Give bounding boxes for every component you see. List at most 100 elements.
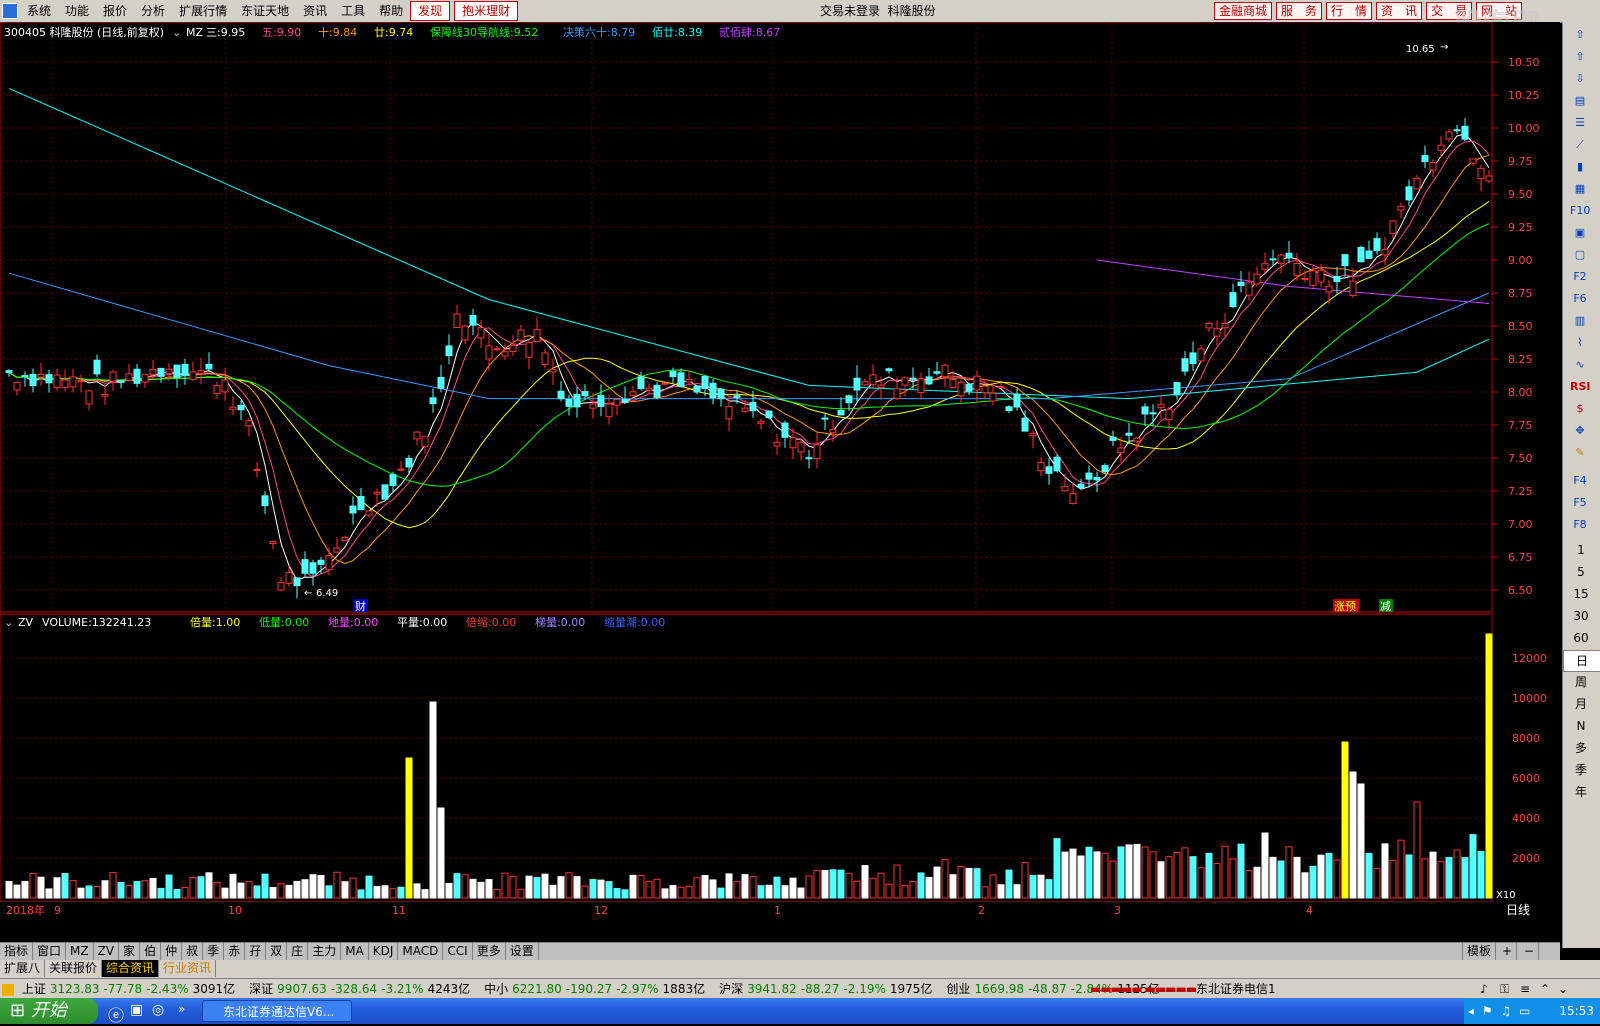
candle[interactable] xyxy=(1173,382,1181,396)
volume-bar[interactable] xyxy=(829,869,837,899)
volume-bar[interactable] xyxy=(1301,872,1309,899)
volume-bar[interactable] xyxy=(493,888,501,899)
volume-bar[interactable] xyxy=(1141,846,1149,899)
volume-bar[interactable] xyxy=(1373,868,1381,899)
minus-icon[interactable]: − xyxy=(1520,943,1540,960)
candle[interactable] xyxy=(685,379,693,383)
candle[interactable] xyxy=(813,444,821,460)
tab-zi[interactable]: 孖 xyxy=(245,943,267,960)
volume-bar[interactable] xyxy=(549,884,557,899)
candle[interactable] xyxy=(1477,167,1485,180)
candle[interactable] xyxy=(13,381,21,391)
candle[interactable] xyxy=(125,373,133,381)
candle[interactable] xyxy=(45,374,53,384)
candle[interactable] xyxy=(741,407,749,412)
menu-extended-market[interactable]: 扩展行情 xyxy=(172,0,234,22)
volume-bar[interactable] xyxy=(525,875,533,899)
volume-bar[interactable] xyxy=(677,886,685,899)
menu-dongzheng[interactable]: 东证天地 xyxy=(234,0,296,22)
volume-bar[interactable] xyxy=(333,871,341,899)
money-icon[interactable]: $ xyxy=(1570,400,1590,418)
candle[interactable] xyxy=(29,374,37,387)
volume-bar[interactable] xyxy=(629,874,637,899)
candle[interactable] xyxy=(661,382,669,385)
candle[interactable] xyxy=(1133,437,1141,442)
period-5min[interactable]: 5 xyxy=(1563,562,1599,582)
candle[interactable] xyxy=(21,375,29,378)
candle[interactable] xyxy=(637,376,645,390)
candle[interactable] xyxy=(1237,281,1245,287)
volume-bar[interactable] xyxy=(485,879,493,899)
volume-bar[interactable] xyxy=(421,889,429,899)
menu-news[interactable]: 资讯 xyxy=(296,0,334,22)
candle[interactable] xyxy=(1325,285,1333,293)
volume-bar[interactable] xyxy=(869,877,877,899)
volume-bar[interactable] xyxy=(1125,844,1133,899)
candle[interactable] xyxy=(317,559,325,565)
candle[interactable] xyxy=(477,327,485,339)
period-60min[interactable]: 60 xyxy=(1563,628,1599,648)
candle[interactable] xyxy=(1261,263,1269,270)
indicator-icon[interactable]: ⌇ xyxy=(1570,334,1590,352)
candle[interactable] xyxy=(957,381,965,397)
candle[interactable] xyxy=(1213,328,1221,337)
candle[interactable] xyxy=(757,421,765,424)
volume-bar[interactable] xyxy=(1149,851,1157,899)
volume-bar[interactable] xyxy=(541,873,549,899)
desktop-icon[interactable]: ▣ xyxy=(130,1002,143,1018)
volume-bar[interactable] xyxy=(133,880,141,899)
volume-bar[interactable] xyxy=(61,873,69,899)
candle[interactable] xyxy=(845,395,853,404)
volume-bar[interactable] xyxy=(853,880,861,899)
candle[interactable] xyxy=(941,364,949,378)
volume-bar[interactable] xyxy=(781,885,789,899)
finance-mall-button[interactable]: 金融商城 xyxy=(1214,2,1273,20)
volume-bar[interactable] xyxy=(1117,846,1125,899)
volume-bar[interactable] xyxy=(861,865,869,899)
candle[interactable] xyxy=(1373,238,1381,252)
candle[interactable] xyxy=(173,364,181,378)
volume-bar[interactable] xyxy=(893,864,901,899)
window-icon[interactable]: ▣ xyxy=(1570,224,1590,242)
candle[interactable] xyxy=(365,510,373,516)
network-icon[interactable]: ◂ xyxy=(1468,1004,1474,1018)
candle[interactable] xyxy=(1029,432,1037,437)
volume-bar[interactable] xyxy=(237,882,245,899)
menu-help[interactable]: 帮助 xyxy=(372,0,410,22)
volume-bar[interactable] xyxy=(941,859,949,899)
candle[interactable] xyxy=(797,441,805,453)
candle[interactable] xyxy=(381,484,389,500)
period-month[interactable]: 月 xyxy=(1563,694,1599,714)
candle[interactable] xyxy=(629,391,637,396)
arrow-up-icon[interactable]: ⇧ xyxy=(1570,48,1590,66)
volume-bar[interactable] xyxy=(277,883,285,899)
volume-bar[interactable] xyxy=(701,875,709,899)
stats-icon[interactable]: ▥ xyxy=(1570,312,1590,330)
volume-bar[interactable] xyxy=(757,885,765,899)
candle[interactable] xyxy=(205,363,213,370)
volume-bar[interactable] xyxy=(1309,865,1317,899)
candle[interactable] xyxy=(1437,144,1445,151)
volume-bar[interactable] xyxy=(357,889,365,899)
volume-bar[interactable] xyxy=(317,874,325,899)
period-30min[interactable]: 30 xyxy=(1563,606,1599,626)
candle[interactable] xyxy=(733,395,741,398)
volume-bar[interactable] xyxy=(517,889,525,899)
volume-bar[interactable] xyxy=(1093,851,1101,899)
candle[interactable] xyxy=(357,495,365,511)
volume-bar[interactable] xyxy=(533,876,541,899)
candle[interactable] xyxy=(1149,412,1157,415)
candle[interactable] xyxy=(93,359,101,375)
candle[interactable] xyxy=(117,380,125,383)
volume-bar[interactable] xyxy=(253,885,261,899)
f6-icon[interactable]: F6 xyxy=(1570,290,1590,308)
volume-bar[interactable] xyxy=(709,879,717,899)
volume-bar[interactable] xyxy=(173,888,181,899)
volume-bar[interactable] xyxy=(1197,867,1205,899)
candle[interactable] xyxy=(85,390,93,405)
candle[interactable] xyxy=(461,325,469,341)
period-day[interactable]: 日 xyxy=(1563,650,1600,672)
candle[interactable] xyxy=(717,388,725,400)
candle[interactable] xyxy=(1109,436,1117,441)
tab-jia[interactable]: 家 xyxy=(119,943,141,960)
